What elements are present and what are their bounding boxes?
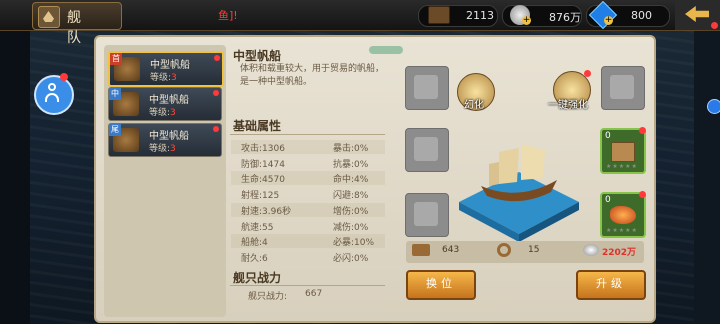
wood-icon bbox=[412, 244, 430, 256]
stars: ★★★★★ bbox=[606, 227, 638, 234]
cannon-slot[interactable] bbox=[405, 66, 449, 110]
sail-slot[interactable] bbox=[601, 66, 645, 110]
crate-icon bbox=[611, 142, 635, 162]
ship-slot-rear[interactable]: 尾 中型帆船 等级:3 bbox=[108, 123, 222, 157]
hull-slot[interactable] bbox=[405, 128, 449, 172]
stat-left: 生命:4570 bbox=[241, 175, 285, 185]
upgrade-button[interactable]: 升级 bbox=[576, 270, 646, 300]
power-label: 舰只战力: bbox=[248, 292, 288, 302]
power-value: 667 bbox=[305, 289, 323, 299]
ship-name: 中型帆船 bbox=[149, 131, 189, 142]
notification-dot bbox=[213, 90, 219, 96]
ship-icon bbox=[38, 6, 60, 28]
ship-name: 中型帆船 bbox=[150, 60, 190, 71]
left-edge bbox=[0, 0, 30, 324]
stat-left: 船舱:4 bbox=[241, 238, 268, 248]
notification-dot bbox=[584, 70, 591, 77]
stat-left: 射速:3.96秒 bbox=[241, 207, 292, 217]
ship-title: 中型帆船 bbox=[233, 49, 282, 63]
figure-equip-slot[interactable]: 0 ★★★★★ bbox=[600, 192, 646, 238]
power-title: 舰只战力 bbox=[233, 271, 282, 285]
dragon-icon bbox=[610, 206, 636, 224]
swap-button[interactable]: 换位 bbox=[406, 270, 476, 300]
divider bbox=[230, 134, 385, 135]
stat-left: 耐久:6 bbox=[241, 254, 268, 264]
water-tile bbox=[459, 172, 579, 234]
notification-dot bbox=[213, 126, 219, 132]
ship-tag bbox=[369, 46, 403, 54]
stat-left: 射程:125 bbox=[241, 191, 280, 201]
right-edge bbox=[694, 0, 720, 324]
rope-cost: 15 bbox=[528, 245, 540, 255]
equip-count: 0 bbox=[605, 131, 611, 141]
ship-sail bbox=[499, 148, 519, 184]
notification-dot bbox=[639, 191, 646, 198]
figurehead-slot[interactable] bbox=[405, 193, 449, 237]
position-badge: 中 bbox=[109, 88, 121, 100]
ship-slot-middle[interactable]: 中 中型帆船 等级:3 bbox=[108, 87, 222, 121]
ship-display bbox=[459, 144, 579, 242]
rope-icon bbox=[497, 243, 511, 257]
ship-level: 等级:3 bbox=[150, 73, 177, 83]
position-badge: 尾 bbox=[109, 124, 121, 136]
silver-icon bbox=[583, 244, 599, 256]
stat-right: 闪避:8% bbox=[333, 191, 369, 201]
stat-left: 攻击:1306 bbox=[241, 144, 285, 154]
position-badge: 首 bbox=[110, 53, 122, 65]
silver-cost: 2202万 bbox=[602, 248, 637, 258]
silver-value: 876万 bbox=[549, 11, 581, 24]
notification-dot bbox=[639, 127, 646, 134]
stat-right: 必暴:10% bbox=[333, 238, 375, 248]
ship-level: 等级:3 bbox=[149, 144, 176, 154]
chest-icon bbox=[428, 6, 450, 24]
ship-name: 中型帆船 bbox=[149, 95, 189, 106]
stat-right: 增伤:0% bbox=[333, 207, 369, 217]
stat-right: 抗暴:0% bbox=[333, 160, 369, 170]
crate-equip-slot[interactable]: 0 ★★★★★ bbox=[600, 128, 646, 174]
stat-right: 暴击:0% bbox=[333, 144, 369, 154]
chest-value: 2113 bbox=[466, 9, 494, 22]
transform-label: 幻化 bbox=[464, 100, 484, 111]
ship-level: 等级:3 bbox=[149, 108, 176, 118]
stat-left: 航速:55 bbox=[241, 223, 274, 233]
side-float-button[interactable] bbox=[707, 99, 720, 114]
divider bbox=[230, 285, 385, 286]
fleet-tab: 舰 队 bbox=[32, 2, 122, 46]
equip-count: 0 bbox=[605, 195, 611, 205]
base-attributes-title: 基础属性 bbox=[233, 119, 282, 133]
add-silver-button[interactable]: + bbox=[522, 16, 531, 25]
ship-description: 体积和载重较大，用于贸易的帆船，是一种中型帆船。 bbox=[240, 64, 385, 87]
stat-left: 防御:1474 bbox=[241, 160, 285, 170]
user-icon bbox=[45, 83, 59, 103]
add-diamond-button[interactable]: + bbox=[604, 16, 613, 25]
diamond-value: 800 bbox=[631, 9, 652, 22]
stat-right: 必闪:0% bbox=[333, 254, 369, 264]
ship-sail bbox=[489, 162, 499, 186]
notification-dot bbox=[214, 55, 220, 61]
ship-slot-front[interactable]: 首 中型帆船 等级:3 bbox=[108, 51, 224, 87]
ship-sail bbox=[521, 144, 545, 180]
notification-dot bbox=[711, 22, 718, 29]
auto-enhance-label: 一键强化 bbox=[548, 100, 588, 111]
notification-dot bbox=[60, 73, 68, 81]
stat-right: 命中:4% bbox=[333, 175, 369, 185]
wood-cost: 643 bbox=[442, 245, 460, 255]
scroll-message: 鱼]! bbox=[218, 9, 238, 22]
stars: ★★★★★ bbox=[606, 163, 638, 170]
stat-right: 减伤:0% bbox=[333, 223, 369, 233]
